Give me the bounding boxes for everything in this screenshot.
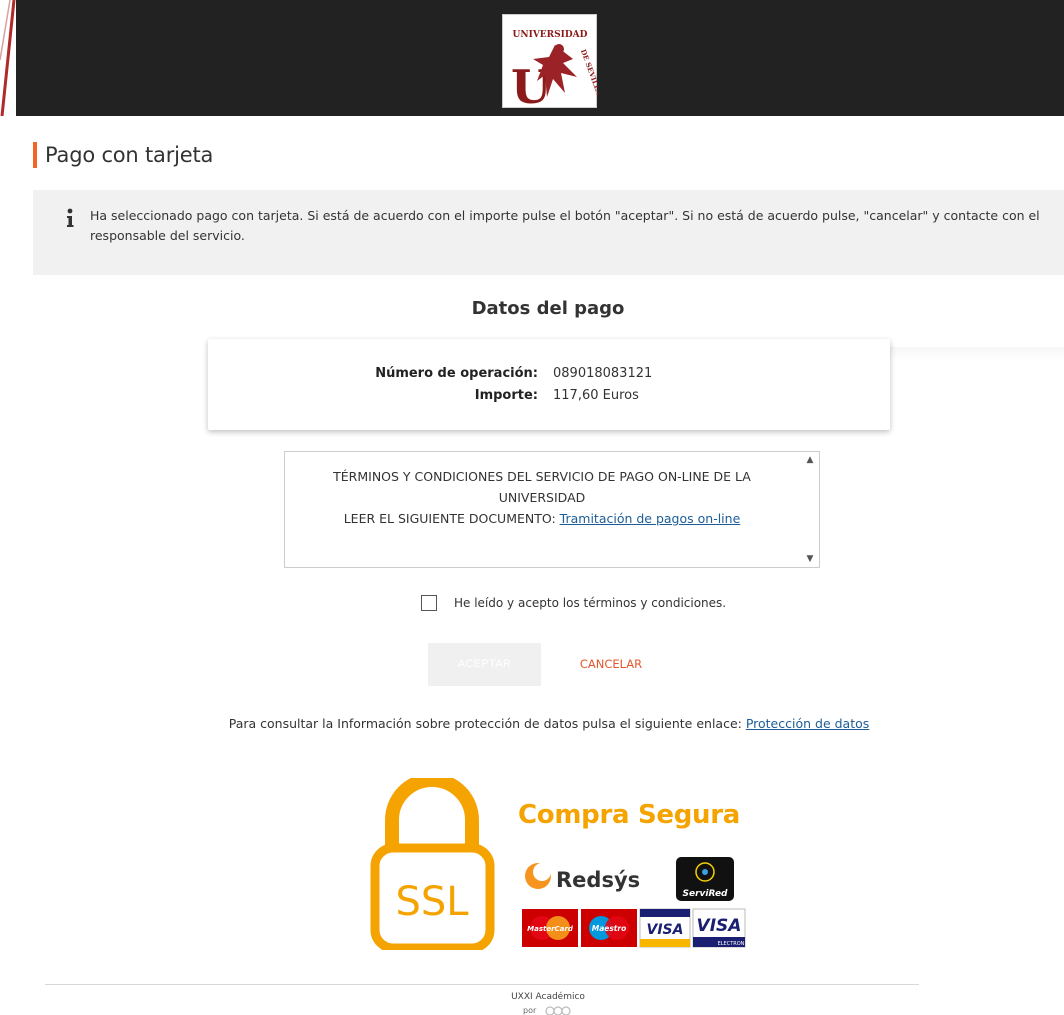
cancel-button[interactable]: CANCELAR — [561, 643, 661, 686]
privacy-notice: Para consultar la Información sobre prot… — [0, 716, 1064, 731]
scroll-up-icon[interactable]: ▲ — [804, 454, 816, 466]
svg-text:Redsýs: Redsýs — [556, 868, 640, 892]
scroll-down-icon[interactable]: ▼ — [804, 553, 816, 565]
university-logo: UNIVERSIDAD DE SEVILLA U — [502, 14, 604, 114]
ssl-padlock-icon: SSL — [370, 778, 495, 950]
decorative-divider — [890, 347, 1064, 361]
top-header-bar: UNIVERSIDAD DE SEVILLA U — [0, 0, 1064, 116]
footer-by-label: por — [523, 1006, 537, 1015]
page-title-block: Pago con tarjeta — [33, 141, 213, 169]
svg-text:VISA: VISA — [647, 922, 684, 938]
terms-doc-prefix: LEER EL SIGUIENTE DOCUMENTO: — [343, 511, 560, 526]
page-title: Pago con tarjeta — [45, 143, 214, 167]
svg-text:SSL: SSL — [395, 879, 469, 925]
terms-line-3: LEER EL SIGUIENTE DOCUMENTO: Tramitación… — [285, 508, 799, 529]
amount-row: Importe: 117,60 Euros — [208, 386, 890, 406]
svg-text:VISA: VISA — [697, 916, 742, 936]
info-text: Ha seleccionado pago con tarjeta. Si est… — [90, 208, 1040, 243]
footer-divider — [45, 984, 919, 985]
payment-section-title: Datos del pago — [471, 298, 625, 319]
footer-product-name: UXXI Académico — [511, 992, 585, 1002]
corner-decoration — [0, 0, 16, 116]
amount-value: 117,60 Euros — [553, 388, 639, 403]
operation-value: 089018083121 — [553, 366, 653, 381]
operation-row: Número de operación: 089018083121 — [208, 364, 890, 384]
vendor-logo-icon — [545, 1006, 571, 1015]
svg-text:Maestro: Maestro — [592, 924, 627, 933]
svg-text:UNIVERSIDAD: UNIVERSIDAD — [513, 30, 588, 40]
terms-document-link[interactable]: Tramitación de pagos on-line — [560, 511, 741, 526]
amount-label: Importe: — [474, 388, 538, 403]
title-accent-bar — [33, 142, 37, 168]
svg-text:ELECTRON: ELECTRON — [718, 941, 745, 947]
info-message: Ha seleccionado pago con tarjeta. Si est… — [33, 190, 1064, 275]
accept-terms-label[interactable]: He leído y acepto los términos y condici… — [454, 596, 726, 610]
svg-text:ServiRed: ServiRed — [682, 889, 728, 899]
operation-label: Número de operación: — [375, 366, 538, 381]
accept-terms-checkbox[interactable] — [421, 595, 437, 611]
privacy-text: Para consultar la Información sobre prot… — [228, 716, 746, 731]
payment-details-card: Número de operación: 089018083121 Import… — [208, 339, 890, 430]
privacy-link[interactable]: Protección de datos — [746, 716, 869, 731]
svg-text:MasterCard: MasterCard — [527, 925, 574, 933]
terms-textbox[interactable]: TÉRMINOS Y CONDICIONES DEL SERVICIO DE P… — [284, 451, 820, 568]
svg-text:DE SEVILLA: DE SEVILLA — [579, 48, 598, 97]
terms-line-1: TÉRMINOS Y CONDICIONES DEL SERVICIO DE P… — [333, 469, 751, 484]
accept-button[interactable]: ACEPTAR — [428, 643, 541, 686]
terms-line-2: UNIVERSIDAD — [498, 490, 586, 505]
compra-segura-label: Compra Segura — [518, 800, 741, 830]
info-icon — [67, 208, 74, 227]
accept-terms-row: He leído y acepto los términos y condici… — [421, 594, 726, 612]
secure-payment-block: SSL Compra Segura Redsýs ServiRed Master… — [370, 778, 760, 963]
payment-brands-logos: Redsýs ServiRed MasterCard Maestro VISA … — [522, 857, 746, 948]
terms-content: TÉRMINOS Y CONDICIONES DEL SERVICIO DE P… — [285, 466, 799, 529]
